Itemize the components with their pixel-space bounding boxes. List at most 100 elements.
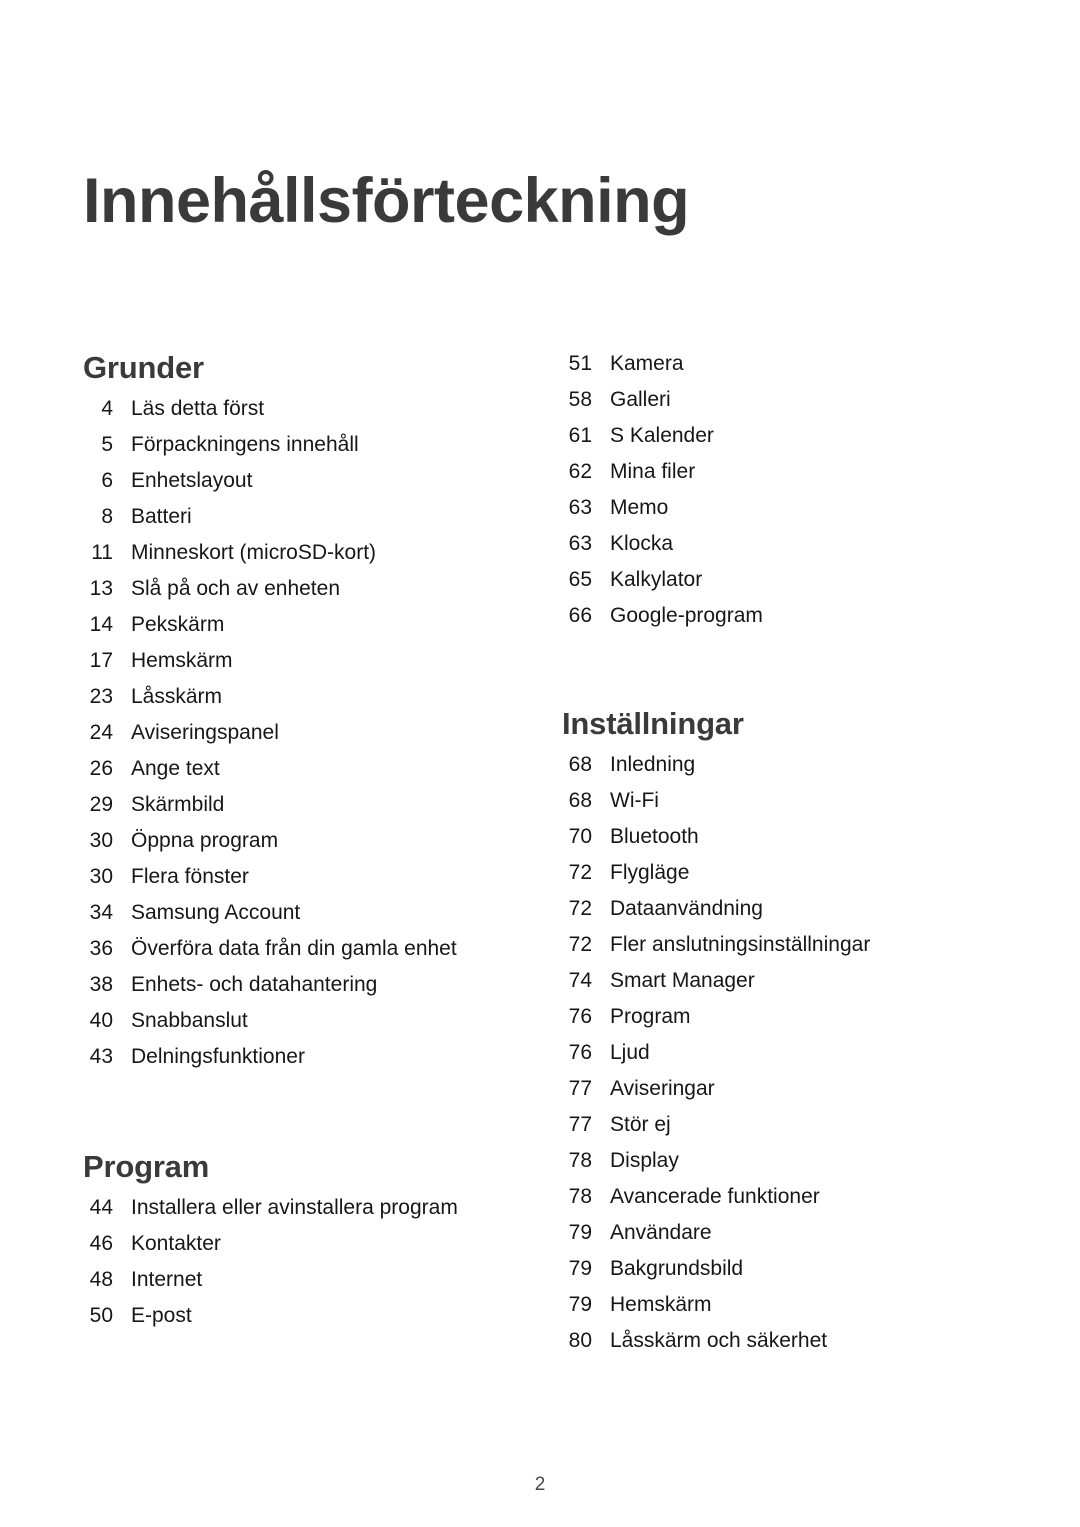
toc-section-program: Program 44 Installera eller avinstallera… bbox=[83, 1151, 513, 1340]
toc-entry[interactable]: 23 Låsskärm bbox=[83, 685, 513, 721]
toc-page-number: 66 bbox=[568, 604, 592, 627]
toc-entry-label: Minneskort (microSD-kort) bbox=[131, 541, 377, 564]
toc-entry[interactable]: 13 Slå på och av enheten bbox=[83, 577, 513, 613]
toc-page-number: 43 bbox=[89, 1045, 113, 1068]
toc-entry-label: Inledning bbox=[610, 753, 696, 776]
toc-page-number: 68 bbox=[568, 789, 592, 812]
toc-entry[interactable]: 62 Mina filer bbox=[562, 460, 992, 496]
toc-entry[interactable]: 79 Bakgrundsbild bbox=[562, 1257, 992, 1293]
toc-entry[interactable]: 58 Galleri bbox=[562, 388, 992, 424]
toc-page-number: 40 bbox=[89, 1009, 113, 1032]
toc-list-installningar: 68 Inledning 68 Wi-Fi 70 Bluetooth 72 Fl… bbox=[562, 753, 992, 1365]
page-title: Innehållsförteckning bbox=[83, 166, 690, 237]
toc-entry[interactable]: 29 Skärmbild bbox=[83, 793, 513, 829]
toc-entry[interactable]: 70 Bluetooth bbox=[562, 825, 992, 861]
toc-page-number: 29 bbox=[89, 793, 113, 816]
toc-entry-label: Snabbanslut bbox=[131, 1009, 248, 1032]
toc-entry[interactable]: 17 Hemskärm bbox=[83, 649, 513, 685]
toc-page-number: 30 bbox=[89, 865, 113, 888]
toc-entry-label: Låsskärm och säkerhet bbox=[610, 1329, 828, 1352]
toc-entry[interactable]: 26 Ange text bbox=[83, 757, 513, 793]
toc-entry[interactable]: 6 Enhetslayout bbox=[83, 469, 513, 505]
toc-entry-label: Klocka bbox=[610, 532, 674, 555]
toc-entry[interactable]: 38 Enhets- och datahantering bbox=[83, 973, 513, 1009]
toc-entry-label: E-post bbox=[131, 1304, 192, 1327]
toc-entry[interactable]: 30 Öppna program bbox=[83, 829, 513, 865]
page-folio: 2 bbox=[534, 1474, 546, 1495]
toc-entry[interactable]: 66 Google-program bbox=[562, 604, 992, 640]
toc-entry[interactable]: 50 E-post bbox=[83, 1304, 513, 1340]
toc-page-number: 26 bbox=[89, 757, 113, 780]
toc-page-number: 63 bbox=[568, 532, 592, 555]
toc-entry[interactable]: 51 Kamera bbox=[562, 352, 992, 388]
toc-page-number: 46 bbox=[89, 1232, 113, 1255]
toc-entry[interactable]: 65 Kalkylator bbox=[562, 568, 992, 604]
toc-entry[interactable]: 44 Installera eller avinstallera program bbox=[83, 1196, 513, 1232]
toc-entry[interactable]: 74 Smart Manager bbox=[562, 969, 992, 1005]
toc-page-number: 51 bbox=[568, 352, 592, 375]
toc-entry-label: Kontakter bbox=[131, 1232, 221, 1255]
toc-entry-label: Fler anslutningsinställningar bbox=[610, 933, 871, 956]
toc-entry-label: Enhetslayout bbox=[131, 469, 253, 492]
toc-entry[interactable]: 8 Batteri bbox=[83, 505, 513, 541]
toc-entry-label: S Kalender bbox=[610, 424, 714, 447]
toc-entry-label: Kamera bbox=[610, 352, 684, 375]
toc-entry-label: Hemskärm bbox=[131, 649, 233, 672]
toc-entry[interactable]: 72 Flygläge bbox=[562, 861, 992, 897]
toc-page-number: 79 bbox=[568, 1257, 592, 1280]
section-heading-grunder: Grunder bbox=[83, 350, 204, 385]
toc-column-right: 51 Kamera 58 Galleri 61 S Kalender 62 Mi… bbox=[562, 352, 992, 1365]
toc-list-program: 44 Installera eller avinstallera program… bbox=[83, 1196, 513, 1340]
toc-entry[interactable]: 78 Display bbox=[562, 1149, 992, 1185]
toc-entry[interactable]: 68 Wi-Fi bbox=[562, 789, 992, 825]
toc-entry[interactable]: 61 S Kalender bbox=[562, 424, 992, 460]
toc-entry-label: Öppna program bbox=[131, 829, 279, 852]
toc-entry[interactable]: 5 Förpackningens innehåll bbox=[83, 433, 513, 469]
toc-entry-label: Hemskärm bbox=[610, 1293, 712, 1316]
toc-page-number: 13 bbox=[89, 577, 113, 600]
toc-entry[interactable]: 14 Pekskärm bbox=[83, 613, 513, 649]
toc-page-number: 14 bbox=[89, 613, 113, 636]
toc-entry-label: Kalkylator bbox=[610, 568, 703, 591]
toc-page-number: 30 bbox=[89, 829, 113, 852]
toc-entry[interactable]: 80 Låsskärm och säkerhet bbox=[562, 1329, 992, 1365]
section-heading-installningar: Inställningar bbox=[562, 706, 744, 741]
toc-entry[interactable]: 79 Hemskärm bbox=[562, 1293, 992, 1329]
toc-section-program-continued: 51 Kamera 58 Galleri 61 S Kalender 62 Mi… bbox=[562, 352, 992, 640]
toc-section-installningar: Inställningar 68 Inledning 68 Wi-Fi 70 B… bbox=[562, 708, 992, 1365]
toc-page-number: 61 bbox=[568, 424, 592, 447]
toc-entry[interactable]: 30 Flera fönster bbox=[83, 865, 513, 901]
toc-entry[interactable]: 4 Läs detta först bbox=[83, 397, 513, 433]
toc-entry[interactable]: 72 Dataanvändning bbox=[562, 897, 992, 933]
toc-entry[interactable]: 76 Program bbox=[562, 1005, 992, 1041]
toc-page-number: 76 bbox=[568, 1005, 592, 1028]
toc-page-number: 63 bbox=[568, 496, 592, 519]
toc-entry[interactable]: 40 Snabbanslut bbox=[83, 1009, 513, 1045]
toc-entry[interactable]: 11 Minneskort (microSD-kort) bbox=[83, 541, 513, 577]
toc-entry[interactable]: 34 Samsung Account bbox=[83, 901, 513, 937]
toc-entry[interactable]: 46 Kontakter bbox=[83, 1232, 513, 1268]
toc-entry[interactable]: 36 Överföra data från din gamla enhet bbox=[83, 937, 513, 973]
toc-entry[interactable]: 78 Avancerade funktioner bbox=[562, 1185, 992, 1221]
toc-entry[interactable]: 77 Stör ej bbox=[562, 1113, 992, 1149]
toc-entry[interactable]: 43 Delningsfunktioner bbox=[83, 1045, 513, 1081]
toc-entry[interactable]: 63 Memo bbox=[562, 496, 992, 532]
toc-entry-label: Ange text bbox=[131, 757, 220, 780]
toc-entry-label: Delningsfunktioner bbox=[131, 1045, 305, 1068]
toc-entry[interactable]: 79 Användare bbox=[562, 1221, 992, 1257]
toc-entry-label: Enhets- och datahantering bbox=[131, 973, 378, 996]
toc-entry[interactable]: 24 Aviseringspanel bbox=[83, 721, 513, 757]
toc-page-number: 23 bbox=[89, 685, 113, 708]
toc-entry[interactable]: 72 Fler anslutningsinställningar bbox=[562, 933, 992, 969]
toc-entry[interactable]: 63 Klocka bbox=[562, 532, 992, 568]
toc-page-number: 80 bbox=[568, 1329, 592, 1352]
toc-entry[interactable]: 77 Aviseringar bbox=[562, 1077, 992, 1113]
toc-entry-label: Flygläge bbox=[610, 861, 690, 884]
toc-entry[interactable]: 48 Internet bbox=[83, 1268, 513, 1304]
toc-entry-label: Mina filer bbox=[610, 460, 696, 483]
toc-entry[interactable]: 76 Ljud bbox=[562, 1041, 992, 1077]
toc-entry[interactable]: 68 Inledning bbox=[562, 753, 992, 789]
toc-page-number: 77 bbox=[568, 1077, 592, 1100]
toc-entry-label: Slå på och av enheten bbox=[131, 577, 340, 600]
toc-page-number: 34 bbox=[89, 901, 113, 924]
